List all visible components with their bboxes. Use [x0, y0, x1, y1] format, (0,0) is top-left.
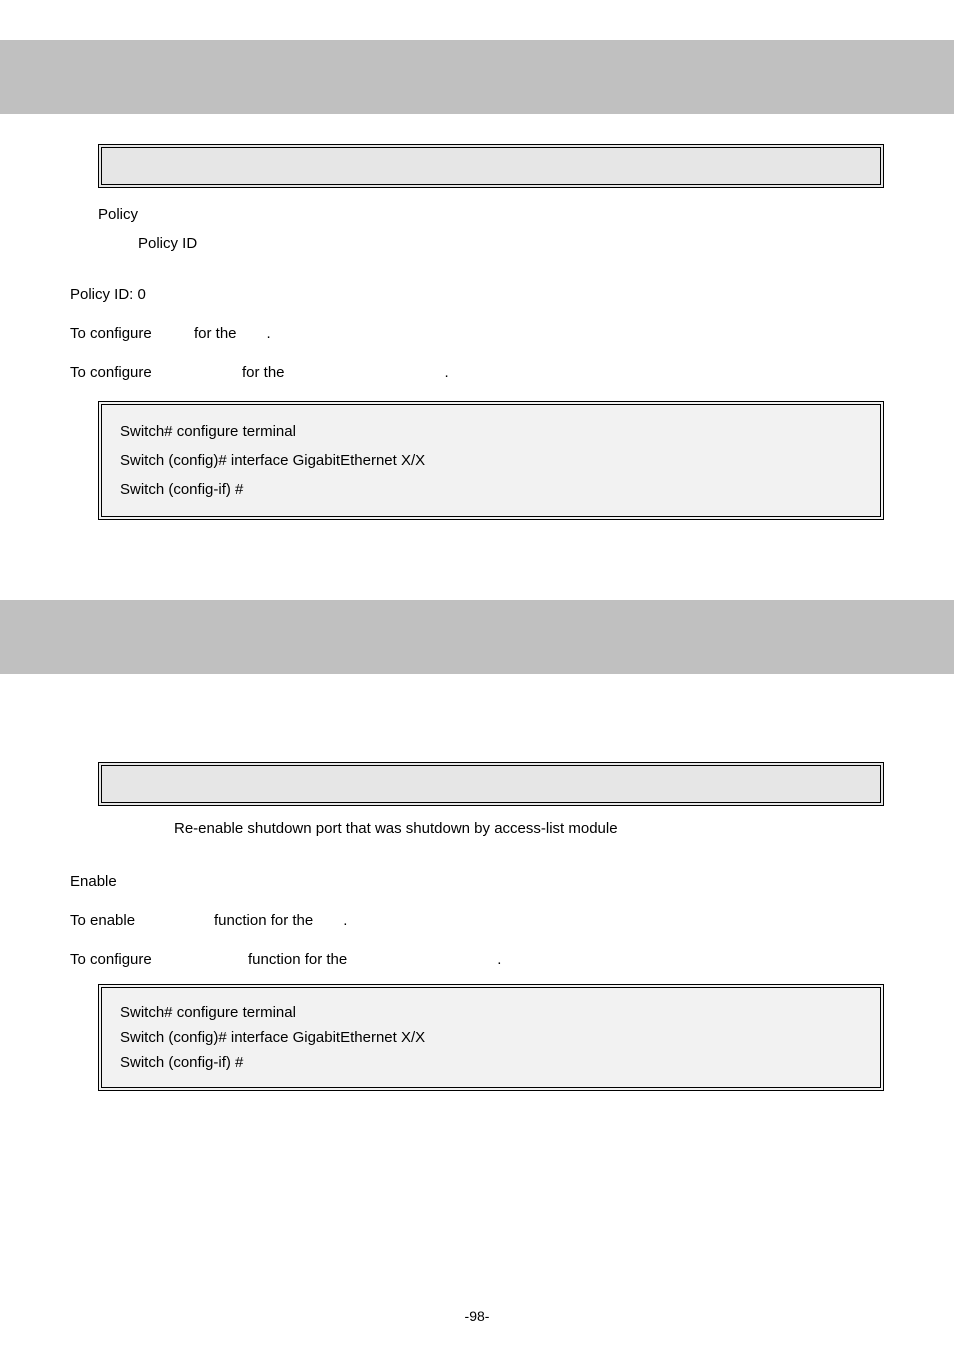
example-line: Switch# configure terminal [120, 417, 862, 446]
usage-end: . [267, 325, 271, 342]
description-line: Re-enable shutdown port that was shutdow… [174, 820, 884, 837]
section-header-2 [0, 600, 954, 674]
param-label: Policy [98, 206, 208, 223]
parameter-block: Policy Policy ID [98, 200, 884, 258]
page-number: -98- [0, 1308, 954, 1324]
example-line: Switch (config-if) # [120, 1050, 862, 1075]
usage-guidelines-2a: To enable function for the . [70, 912, 884, 929]
usage-guidelines-2b: To configure function for the . [70, 951, 884, 968]
usage-end: . [445, 364, 449, 381]
usage-mid: function for the [214, 912, 313, 929]
usage-guidelines-1a: To configure for the . [70, 325, 884, 342]
example-box-2: Switch# configure terminal Switch (confi… [98, 984, 884, 1091]
example-line: Switch (config-if) # [120, 475, 862, 504]
example-line: Switch# configure terminal [120, 1000, 862, 1025]
usage-lead: To enable [70, 912, 170, 929]
example-box-1: Switch# configure terminal Switch (confi… [98, 401, 884, 520]
usage-lead: To configure [70, 364, 194, 381]
usage-lead: To configure [70, 951, 194, 968]
usage-guidelines-1b: To configure for the . [70, 364, 884, 381]
param-sub-label: Policy ID [98, 235, 248, 252]
default-value-1: Policy ID: 0 [70, 286, 884, 303]
syntax-box-2 [98, 762, 884, 806]
usage-mid: for the [194, 325, 237, 342]
usage-lead: To configure [70, 325, 194, 342]
example-line: Switch (config)# interface GigabitEthern… [120, 446, 862, 475]
default-value-2: Enable [70, 873, 884, 890]
usage-end: . [343, 912, 347, 929]
syntax-box-1 [98, 144, 884, 188]
usage-mid: for the [242, 364, 285, 381]
usage-mid: function for the [248, 951, 347, 968]
usage-end: . [497, 951, 501, 968]
section-header-1 [0, 40, 954, 114]
example-line: Switch (config)# interface GigabitEthern… [120, 1025, 862, 1050]
